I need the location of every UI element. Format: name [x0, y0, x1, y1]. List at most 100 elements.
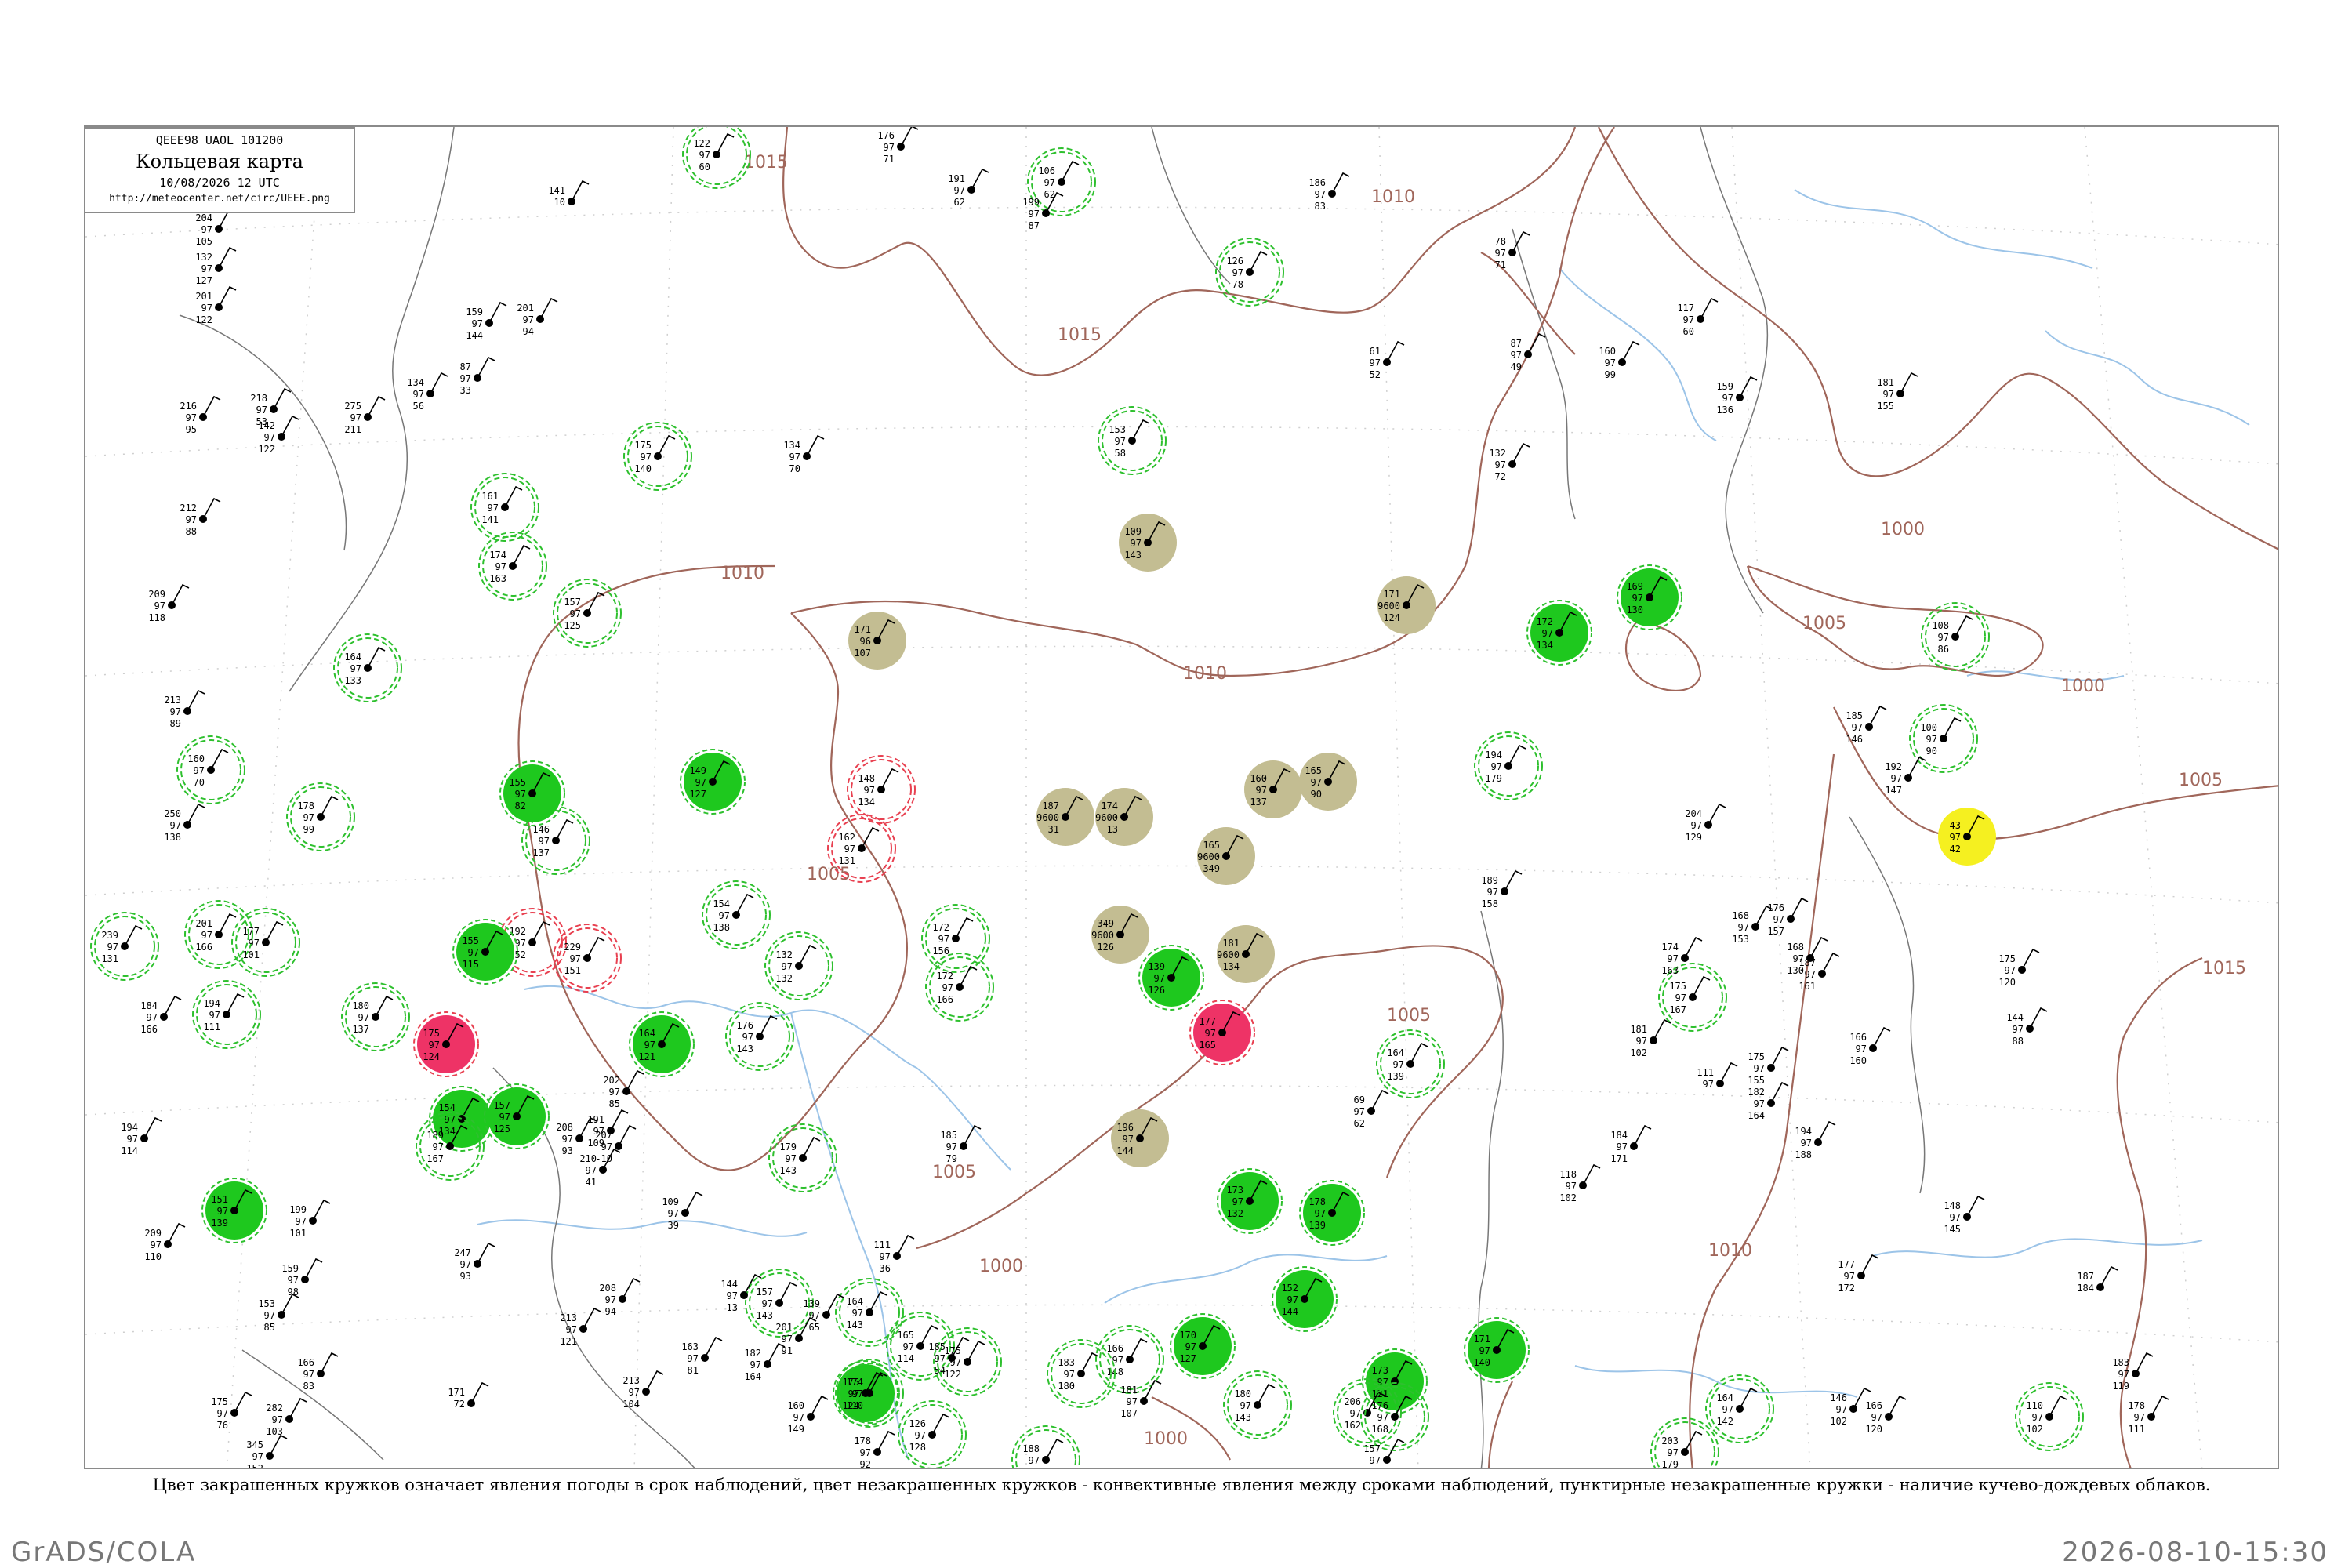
station[interactable]: 17597124 [413, 1011, 479, 1077]
station[interactable]: 17097127 [1170, 1313, 1236, 1379]
station[interactable]: 20997118 [148, 583, 190, 623]
station[interactable]: 17597140 [623, 422, 692, 491]
station[interactable]: 17197140 [1464, 1317, 1530, 1383]
station[interactable]: 1119736 [873, 1234, 915, 1274]
station[interactable]: 1669783 [297, 1352, 339, 1392]
station[interactable]: 22997151 [553, 924, 622, 993]
station[interactable]: 1329772 [1489, 442, 1530, 482]
station[interactable]: 11897102 [1559, 1163, 1601, 1203]
station[interactable]: 13297127 [195, 246, 237, 286]
station[interactable]: 2029785 [603, 1069, 644, 1109]
station[interactable]: 1399765 [803, 1293, 844, 1333]
station[interactable]: 15497138 [702, 880, 771, 949]
station[interactable]: 20197122 [195, 285, 237, 325]
station[interactable]: 17172 [448, 1381, 489, 1410]
station[interactable]: 17797101 [231, 908, 300, 977]
station[interactable]: 2479793 [454, 1242, 495, 1282]
station[interactable]: 14897145 [1944, 1195, 1985, 1235]
station[interactable]: 20997110 [144, 1222, 186, 1262]
station[interactable]: 2019794 [517, 297, 558, 337]
station[interactable]: 1089786 [1921, 602, 1990, 671]
station[interactable]: 19497111 [192, 980, 261, 1049]
station[interactable]: 3499600126 [1091, 906, 1149, 964]
station[interactable]: 11197 [1697, 1062, 1738, 1090]
station[interactable]: 19497179 [1474, 731, 1543, 800]
station[interactable]: 1769771 [877, 127, 919, 165]
station[interactable]: 28297103 [266, 1397, 307, 1437]
station[interactable]: 17497163 [478, 532, 547, 601]
station[interactable]: 174960013 [1095, 788, 1153, 846]
station[interactable]: 18097137 [341, 982, 410, 1051]
station[interactable]: 1639781 [681, 1336, 723, 1376]
station[interactable]: 15797125 [553, 579, 622, 648]
station[interactable]: 16097149 [787, 1395, 829, 1435]
station[interactable]: 14110 [548, 180, 590, 208]
station[interactable]: 18197155 [1877, 372, 1918, 412]
station[interactable]: 13297132 [764, 931, 833, 1000]
station[interactable]: 17897111 [2128, 1395, 2169, 1435]
station[interactable]: 17797172 [1838, 1254, 1879, 1294]
station[interactable]: 14897134 [847, 755, 916, 824]
station[interactable]: 14997127 [680, 749, 746, 815]
station[interactable]: 17697157 [1767, 897, 1809, 937]
station[interactable]: 18497166 [140, 995, 182, 1035]
station[interactable]: 1349770 [783, 434, 825, 474]
station[interactable]: 1819600134 [1217, 925, 1275, 983]
station[interactable]: 17297156 [921, 904, 990, 973]
station[interactable]: 1999787 [1022, 191, 1064, 231]
station[interactable]: 1919762 [948, 168, 989, 208]
station[interactable]: 20497129 [1685, 803, 1726, 843]
station[interactable]: 18297164 [1748, 1081, 1789, 1121]
station[interactable]: 17497163 [1661, 936, 1703, 976]
station[interactable]: 18797161 [1798, 952, 1840, 992]
station[interactable]: 17797165 [1189, 1000, 1255, 1065]
station[interactable]: 2139789 [164, 689, 205, 729]
station[interactable]: 1009790 [1909, 704, 1978, 773]
station[interactable]: 21397121 [560, 1307, 601, 1347]
station[interactable]: 879749 [1511, 332, 1546, 372]
station[interactable]: 13997126 [1138, 945, 1204, 1011]
station[interactable]: 16997130 [1617, 564, 1682, 630]
station[interactable]: 15997144 [466, 301, 507, 341]
station[interactable]: 1099739 [662, 1191, 703, 1231]
station[interactable]: 20797-10 [595, 1124, 637, 1164]
station[interactable]: 1539785 [258, 1293, 299, 1333]
station[interactable]: 25097138 [164, 803, 205, 843]
station[interactable]: 2129788 [180, 497, 221, 537]
station[interactable]: 18397180 [1047, 1339, 1116, 1408]
station[interactable]: 879733 [460, 356, 495, 396]
station[interactable]: 15997136 [1716, 376, 1758, 416]
station[interactable]: 15597115 [452, 919, 518, 985]
station[interactable]: 15297144 [1272, 1266, 1338, 1332]
station[interactable]: 16197141 [470, 473, 539, 542]
station[interactable]: 17196107 [848, 612, 906, 670]
station[interactable]: 16297131 [827, 814, 896, 883]
station[interactable]: 17697143 [725, 1002, 794, 1071]
station[interactable]: 27597211 [344, 395, 386, 435]
station[interactable]: 17397132 [1217, 1168, 1283, 1234]
station[interactable]: 1179760 [1677, 297, 1719, 337]
station[interactable]: 789771 [1495, 230, 1530, 270]
station[interactable]: 15197139 [201, 1178, 267, 1243]
station[interactable]: 1449788 [2006, 1007, 2048, 1047]
station[interactable]: 187960031 [1036, 788, 1094, 846]
station[interactable]: 34597152 [246, 1434, 288, 1469]
station[interactable]: 1659600349 [1197, 827, 1255, 885]
station[interactable]: 18197102 [1630, 1018, 1671, 1058]
station[interactable]: 1599798 [281, 1258, 323, 1298]
station[interactable]: 17597155 [1748, 1046, 1789, 1086]
station[interactable]: 619752 [1370, 340, 1405, 380]
station[interactable]: 20497105 [195, 207, 237, 247]
station[interactable]: 1269778 [1215, 238, 1284, 307]
station[interactable]: 17297134 [1526, 600, 1592, 666]
station[interactable]: 2169795 [180, 395, 221, 435]
station[interactable]: 1719600124 [1377, 576, 1436, 634]
station[interactable]: 16897153 [1732, 905, 1773, 945]
station[interactable]: 12697128 [898, 1400, 967, 1468]
station[interactable]: 439742 [1938, 808, 1996, 866]
station[interactable]: 1789799 [286, 782, 355, 851]
station[interactable]: 2089794 [599, 1277, 641, 1317]
station[interactable]: 18897172 [1011, 1425, 1080, 1469]
station[interactable]: 16497142 [1705, 1374, 1774, 1443]
station[interactable]: 1659790 [1299, 753, 1357, 811]
